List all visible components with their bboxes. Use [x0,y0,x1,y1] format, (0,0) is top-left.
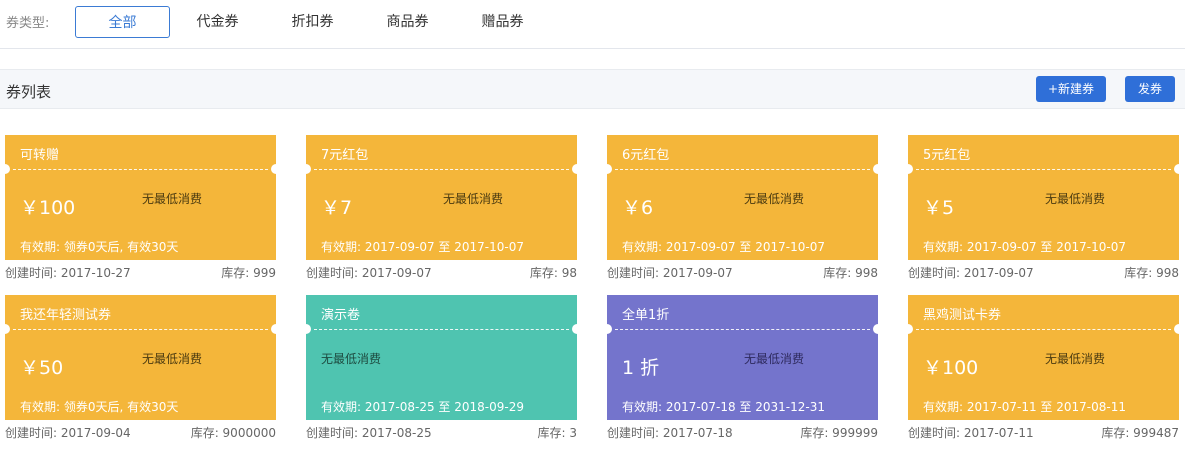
coupon-validity: 有效期: 2017-09-07 至 2017-10-07 [923,240,1126,254]
coupon-card[interactable]: 演示卷无最低消费有效期: 2017-08-25 至 2018-09-29 创建时间… [301,295,582,440]
coupon-amount: ￥6 [622,197,654,219]
coupon-notch [1174,164,1184,174]
coupon-type-filter: 券类型: 全部 代金券 折扣券 商品券 赠品券 [0,0,1185,49]
coupon-stock: 库存: 999999 [800,426,878,440]
filter-label: 券类型: [6,16,50,31]
coupon-title: 7元红包 [321,148,369,163]
coupon-title: 全单1折 [622,308,670,323]
coupon-amount: ￥7 [321,197,353,219]
coupon-validity: 有效期: 2017-09-07 至 2017-10-07 [321,240,524,254]
coupon-card[interactable]: 全单1折 1 折 无最低消费有效期: 2017-07-18 至 2031-12-31… [602,295,883,440]
coupon-created-time: 创建时间: 2017-08-25 [306,426,432,440]
coupon-stock: 库存: 98 [529,266,577,280]
coupon-stock: 库存: 998 [1124,266,1179,280]
coupon-amount: ￥100 [20,197,76,219]
coupon-body: 5元红包 ￥5 无最低消费有效期: 2017-09-07 至 2017-10-07 [903,135,1184,260]
coupon-divider [314,169,569,170]
coupon-created-time: 创建时间: 2017-07-11 [908,426,1034,440]
coupon-card[interactable]: 6元红包 ￥6 无最低消费有效期: 2017-09-07 至 2017-10-07 创… [602,135,883,280]
coupon-amount: ￥50 [20,357,64,379]
coupon-title: 演示卷 [321,308,361,323]
coupon-divider [13,329,268,330]
coupon-stock: 库存: 999487 [1101,426,1179,440]
coupon-min-spend: 无最低消费 [1045,192,1106,206]
coupon-body: 7元红包 ￥7 无最低消费有效期: 2017-09-07 至 2017-10-07 [301,135,582,260]
coupon-title: 我还年轻测试券 [20,308,112,323]
coupon-card[interactable]: 5元红包 ￥5 无最低消费有效期: 2017-09-07 至 2017-10-07 创… [903,135,1184,280]
coupon-notch [271,164,281,174]
coupon-validity: 有效期: 2017-09-07 至 2017-10-07 [622,240,825,254]
coupon-created-time: 创建时间: 2017-09-04 [5,426,131,440]
coupon-validity: 有效期: 2017-07-18 至 2031-12-31 [622,400,825,414]
coupon-notch [572,324,582,334]
issue-coupon-button[interactable]: 发券 [1125,76,1175,102]
coupon-amount: ￥5 [923,197,955,219]
coupon-min-spend: 无最低消费 [321,352,382,366]
coupon-min-spend: 无最低消费 [443,192,504,206]
coupon-divider [615,329,870,330]
tab-cash-coupon[interactable]: 代金券 [180,6,255,38]
coupon-title: 可转赠 [20,148,60,163]
coupon-divider [314,329,569,330]
coupon-min-spend: 无最低消费 [744,352,805,366]
new-coupon-button[interactable]: +新建券 [1036,76,1106,102]
coupon-divider [13,169,268,170]
coupon-notch [903,164,913,174]
coupon-stock: 库存: 9000000 [190,426,276,440]
coupon-title: 黑鸡测试卡券 [923,308,1002,323]
coupon-min-spend: 无最低消费 [1045,352,1106,366]
coupon-body: 黑鸡测试卡券 ￥100 无最低消费有效期: 2017-07-11 至 2017-08… [903,295,1184,420]
coupon-validity: 有效期: 领券0天后, 有效30天 [20,240,179,254]
coupon-created-time: 创建时间: 2017-07-18 [607,426,733,440]
coupon-stock: 库存: 999 [221,266,276,280]
coupon-card[interactable]: 黑鸡测试卡券 ￥100 无最低消费有效期: 2017-07-11 至 2017-08… [903,295,1184,440]
coupon-divider [916,329,1171,330]
coupon-card[interactable]: 我还年轻测试券 ￥50 无最低消费有效期: 领券0天后, 有效30天创建时间: 20… [0,295,281,440]
coupon-min-spend: 无最低消费 [142,192,203,206]
coupon-created-time: 创建时间: 2017-09-07 [908,266,1034,280]
coupon-divider [615,169,870,170]
coupon-body: 6元红包 ￥6 无最低消费有效期: 2017-09-07 至 2017-10-07 [602,135,883,260]
coupon-amount: 1 折 [622,357,660,379]
coupon-body: 我还年轻测试券 ￥50 无最低消费有效期: 领券0天后, 有效30天 [0,295,281,420]
coupon-body: 全单1折 1 折 无最低消费有效期: 2017-07-18 至 2031-12-31 [602,295,883,420]
coupon-created-time: 创建时间: 2017-10-27 [5,266,131,280]
coupon-notch [271,324,281,334]
coupon-notch [0,324,10,334]
coupon-card[interactable]: 可转赠 ￥100 无最低消费有效期: 领券0天后, 有效30天创建时间: 2017-… [0,135,281,280]
coupon-divider [916,169,1171,170]
coupon-notch [903,324,913,334]
tab-product-coupon[interactable]: 商品券 [370,6,445,38]
coupon-notch [1174,324,1184,334]
coupon-min-spend: 无最低消费 [142,352,203,366]
coupon-validity: 有效期: 2017-07-11 至 2017-08-11 [923,400,1126,414]
coupon-min-spend: 无最低消费 [744,192,805,206]
coupon-title: 6元红包 [622,148,670,163]
coupon-notch [301,164,311,174]
coupon-notch [873,324,883,334]
coupon-card[interactable]: 7元红包 ￥7 无最低消费有效期: 2017-09-07 至 2017-10-07 创… [301,135,582,280]
coupon-amount: ￥100 [923,357,979,379]
coupon-notch [301,324,311,334]
coupon-body: 可转赠 ￥100 无最低消费有效期: 领券0天后, 有效30天 [0,135,281,260]
coupon-title: 5元红包 [923,148,971,163]
coupon-notch [602,164,612,174]
coupon-notch [602,324,612,334]
coupon-notch [873,164,883,174]
coupon-validity: 有效期: 2017-08-25 至 2018-09-29 [321,400,524,414]
coupon-notch [0,164,10,174]
coupon-validity: 有效期: 领券0天后, 有效30天 [20,400,179,414]
tab-all[interactable]: 全部 [75,6,170,38]
coupon-stock: 库存: 3 [537,426,578,440]
page-title: 券列表 [6,83,52,101]
tab-gift-coupon[interactable]: 赠品券 [465,6,540,38]
coupon-notch [572,164,582,174]
coupon-list-header: 券列表 +新建券 发券 [0,69,1185,109]
coupon-stock: 库存: 998 [823,266,878,280]
coupon-created-time: 创建时间: 2017-09-07 [306,266,432,280]
coupon-created-time: 创建时间: 2017-09-07 [607,266,733,280]
tab-discount-coupon[interactable]: 折扣券 [275,6,350,38]
coupon-body: 演示卷无最低消费有效期: 2017-08-25 至 2018-09-29 [301,295,582,420]
